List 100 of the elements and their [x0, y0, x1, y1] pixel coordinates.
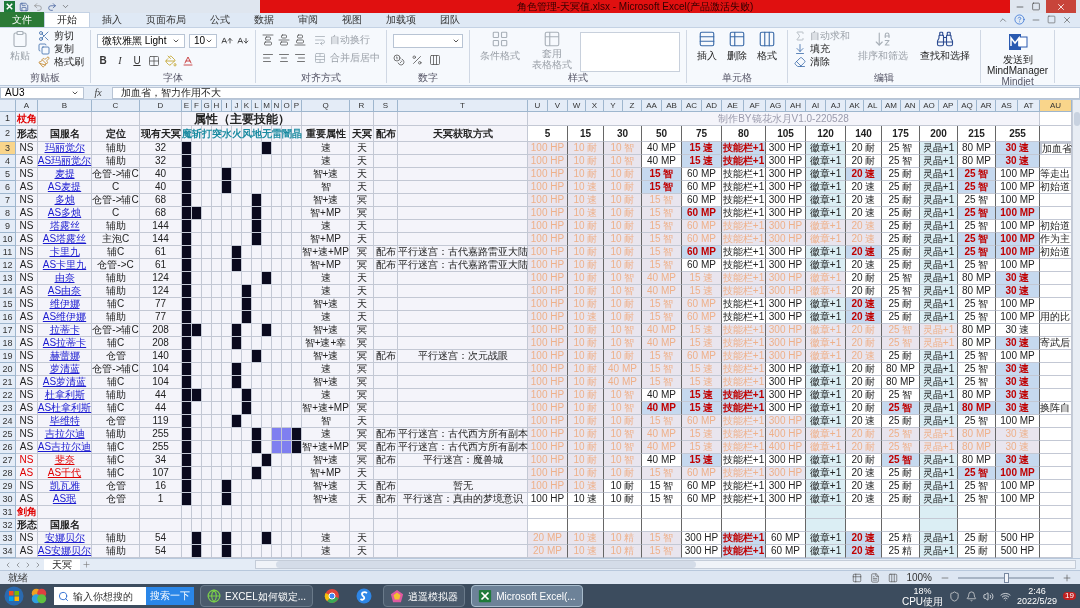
- column-letter[interactable]: A: [16, 100, 38, 112]
- align-center-icon[interactable]: [278, 52, 290, 64]
- copy-button[interactable]: 复制: [38, 43, 84, 55]
- character-link[interactable]: AS杜拿利斯: [37, 403, 92, 413]
- ribbon-tab[interactable]: 页面布局: [134, 12, 198, 27]
- row-number[interactable]: 12: [0, 259, 16, 272]
- column-letter[interactable]: T: [398, 100, 528, 112]
- restore-icon[interactable]: [1047, 15, 1056, 24]
- column-letter[interactable]: B: [38, 100, 92, 112]
- decrease-font-icon[interactable]: [237, 35, 249, 47]
- ribbon-tab[interactable]: 数据: [242, 12, 286, 27]
- row-number[interactable]: 9: [0, 220, 16, 233]
- column-letter[interactable]: Y: [604, 100, 623, 112]
- undo-icon[interactable]: [33, 1, 43, 12]
- horizontal-scrollbar[interactable]: [255, 560, 1076, 569]
- row-number[interactable]: 31: [0, 506, 16, 519]
- column-letter[interactable]: I: [222, 100, 232, 112]
- zoom-slider-thumb[interactable]: [1004, 572, 1009, 583]
- increase-font-icon[interactable]: [221, 35, 233, 47]
- row-number[interactable]: 13: [0, 272, 16, 285]
- column-letter[interactable]: AB: [662, 100, 682, 112]
- number-format-field[interactable]: [393, 34, 463, 48]
- fill-button[interactable]: 填充: [794, 43, 850, 55]
- font-field[interactable]: 微软雅黑 Light: [97, 34, 185, 48]
- row-number[interactable]: 18: [0, 337, 16, 350]
- ribbon-tab[interactable]: 公式: [198, 12, 242, 27]
- row-number[interactable]: 24: [0, 415, 16, 428]
- percent-icon[interactable]: [411, 54, 423, 66]
- notification-badge[interactable]: 19: [1063, 592, 1076, 600]
- network-icon[interactable]: [1000, 590, 1012, 602]
- row-number[interactable]: 26: [0, 441, 16, 454]
- insert-button[interactable]: 插入: [693, 30, 721, 61]
- redo-icon[interactable]: [47, 1, 57, 12]
- row-number[interactable]: 4: [0, 155, 16, 168]
- row-number[interactable]: 32: [0, 519, 16, 532]
- currency-icon[interactable]: [393, 54, 405, 66]
- format-painter-button[interactable]: 格式刷: [38, 56, 84, 68]
- column-letter[interactable]: AN: [901, 100, 920, 112]
- underline-button[interactable]: U: [131, 54, 143, 68]
- zoom-level[interactable]: 100%: [906, 572, 932, 583]
- customize-icon[interactable]: [61, 2, 70, 11]
- column-letter[interactable]: R: [350, 100, 374, 112]
- row-number[interactable]: 29: [0, 480, 16, 493]
- ribbon-tab[interactable]: 审阅: [286, 12, 330, 27]
- clear-button[interactable]: 清除: [794, 56, 850, 68]
- find-select-button[interactable]: 查找和选择: [916, 30, 974, 61]
- volume-icon[interactable]: [983, 590, 995, 602]
- column-letter[interactable]: Q: [302, 100, 350, 112]
- column-letter[interactable]: AR: [977, 100, 996, 112]
- normal-view-icon[interactable]: [852, 572, 863, 583]
- cut-button[interactable]: 剪切: [38, 30, 84, 42]
- pinwheel-icon[interactable]: [30, 587, 48, 605]
- row-number[interactable]: 34: [0, 545, 16, 558]
- row-number[interactable]: 28: [0, 467, 16, 480]
- column-letter[interactable]: AU: [1040, 100, 1072, 112]
- row-number[interactable]: 11: [0, 246, 16, 259]
- bold-button[interactable]: B: [97, 54, 109, 68]
- close-icon[interactable]: [1062, 14, 1072, 25]
- shield-icon[interactable]: [949, 590, 961, 602]
- row-number[interactable]: 14: [0, 285, 16, 298]
- vertical-scrollbar[interactable]: [1072, 100, 1080, 558]
- help-icon[interactable]: [1014, 14, 1025, 25]
- ribbon-tab[interactable]: 团队: [428, 12, 472, 27]
- search-field[interactable]: 输入你想搜的: [54, 587, 146, 605]
- column-letter[interactable]: AG: [766, 100, 786, 112]
- row-number[interactable]: 20: [0, 363, 16, 376]
- column-letter[interactable]: AF: [744, 100, 766, 112]
- sheet-tab[interactable]: 天冥: [44, 558, 80, 571]
- bell-icon[interactable]: [966, 590, 978, 602]
- column-letter[interactable]: AA: [642, 100, 662, 112]
- insert-sheet-icon[interactable]: [82, 560, 91, 569]
- column-letter[interactable]: U: [528, 100, 548, 112]
- align-middle-icon[interactable]: [278, 34, 290, 46]
- row-number[interactable]: 3: [0, 142, 16, 155]
- row-number[interactable]: 1: [0, 112, 16, 126]
- ribbon-tab[interactable]: 视图: [330, 12, 374, 27]
- select-all-corner[interactable]: [0, 100, 16, 112]
- column-letter[interactable]: AK: [846, 100, 864, 112]
- row-number[interactable]: 5: [0, 168, 16, 181]
- previous-sheet-icon[interactable]: [14, 560, 22, 569]
- ribbon-tab[interactable]: 加载项: [374, 12, 428, 27]
- column-letter[interactable]: J: [232, 100, 242, 112]
- ribbon-tab[interactable]: 开始: [44, 12, 90, 27]
- row-number[interactable]: 2: [0, 126, 16, 142]
- row-number[interactable]: 6: [0, 181, 16, 194]
- row-number[interactable]: 25: [0, 428, 16, 441]
- row-number[interactable]: 27: [0, 454, 16, 467]
- font-color-icon[interactable]: [182, 55, 194, 67]
- taskbar-button[interactable]: 逍遥模拟器: [383, 585, 466, 607]
- column-letter[interactable]: Z: [623, 100, 642, 112]
- row-number[interactable]: 10: [0, 233, 16, 246]
- column-letter[interactable]: AE: [722, 100, 744, 112]
- delete-button[interactable]: 删除: [723, 30, 751, 61]
- column-letter[interactable]: AC: [682, 100, 702, 112]
- taskbar-button[interactable]: Microsoft Excel(...: [471, 585, 583, 607]
- column-letter[interactable]: AL: [864, 100, 882, 112]
- page-layout-icon[interactable]: [870, 572, 881, 583]
- row-number[interactable]: 19: [0, 350, 16, 363]
- restore-icon[interactable]: [1030, 2, 1042, 11]
- formula-field[interactable]: 加血省，智力作用不大: [112, 86, 1080, 99]
